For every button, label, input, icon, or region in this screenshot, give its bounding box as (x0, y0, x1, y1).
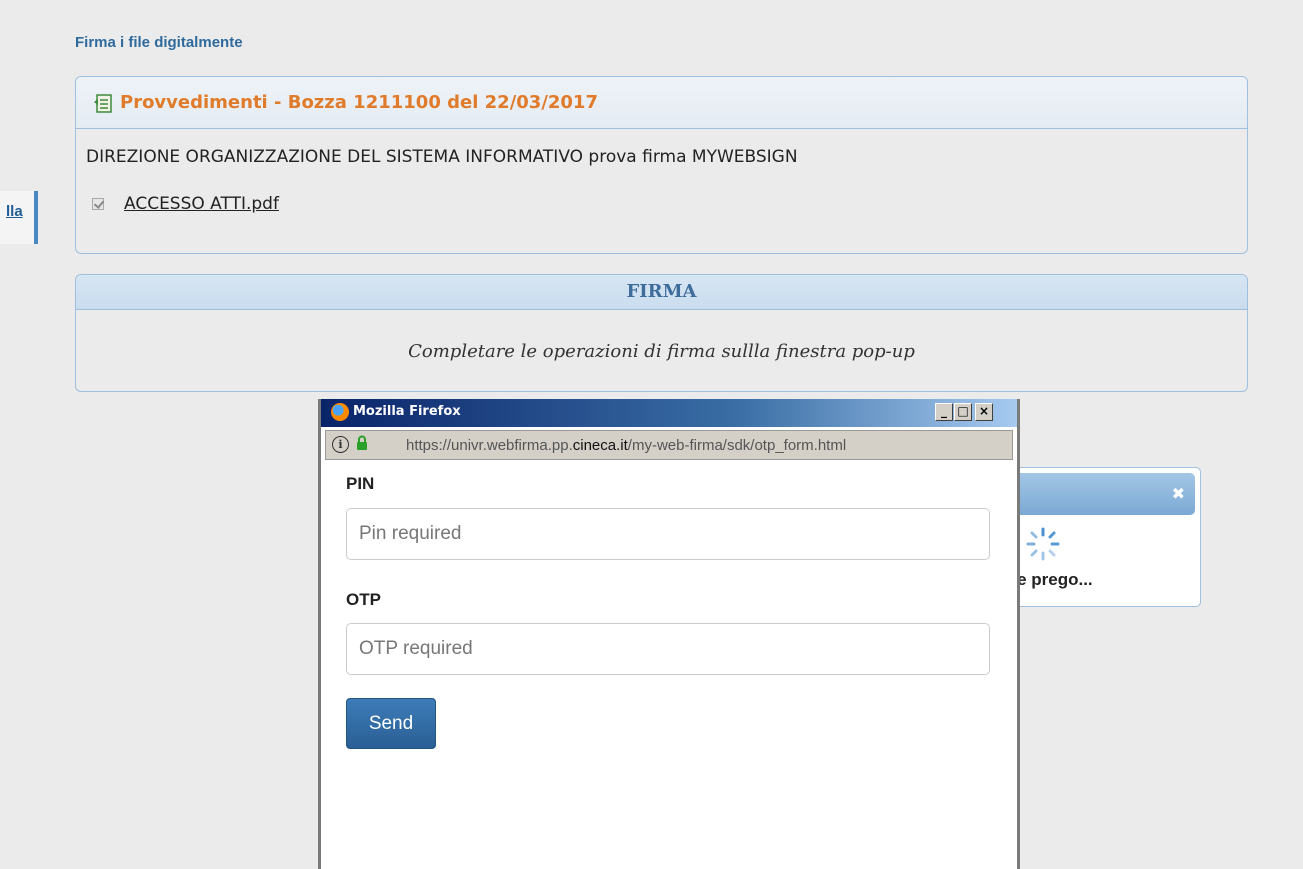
file-checkbox[interactable] (92, 198, 104, 210)
side-tab-button[interactable]: lla (0, 191, 38, 244)
loading-spinner-icon (1026, 527, 1060, 561)
sign-panel-title: FIRMA (76, 275, 1247, 310)
lock-icon[interactable] (356, 435, 368, 451)
pin-input[interactable] (346, 508, 990, 560)
url-suffix: /my-web-firma/sdk/otp_form.html (627, 437, 847, 454)
document-panel-header: Provvedimenti - Bozza 1211100 del 22/03/… (76, 77, 1247, 129)
info-icon[interactable]: i (332, 436, 349, 453)
sign-panel-message: Completare le operazioni di firma sullla… (408, 341, 915, 362)
otp-input[interactable] (346, 623, 990, 675)
document-title: Provvedimenti - Bozza 1211100 del 22/03/… (120, 92, 598, 113)
sign-panel: FIRMA Completare le operazioni di firma … (75, 274, 1248, 392)
otp-label: OTP (346, 590, 381, 609)
document-description: DIREZIONE ORGANIZZAZIONE DEL SISTEMA INF… (86, 147, 798, 167)
wait-dialog: ✖ ere prego... (1000, 467, 1201, 607)
close-window-button[interactable]: × (975, 403, 993, 421)
file-row: ACCESSO ATTI.pdf (92, 194, 279, 214)
address-bar[interactable]: i https://univr.webfirma.pp.cineca.it/my… (325, 430, 1013, 460)
window-title: Mozilla Firefox (353, 404, 461, 419)
url-text[interactable]: https://univr.webfirma.pp.cineca.it/my-w… (406, 437, 846, 454)
document-icon (94, 93, 112, 113)
file-link[interactable]: ACCESSO ATTI.pdf (124, 194, 279, 214)
pin-label: PIN (346, 474, 375, 493)
maximize-button[interactable]: □ (954, 403, 972, 421)
firefox-icon (331, 403, 349, 421)
wait-dialog-header: ✖ (1006, 473, 1195, 515)
page-title: Firma i file digitalmente (75, 34, 243, 51)
window-titlebar[interactable]: Mozilla Firefox _ □ × (321, 399, 1017, 427)
url-prefix: https://univr.webfirma.pp. (406, 437, 573, 454)
side-tab-label[interactable]: lla (6, 203, 23, 220)
document-panel: Provvedimenti - Bozza 1211100 del 22/03/… (75, 76, 1248, 254)
minimize-button[interactable]: _ (935, 403, 953, 421)
send-button[interactable]: Send (346, 698, 436, 749)
close-icon[interactable]: ✖ (1172, 484, 1185, 503)
url-domain: cineca.it (572, 437, 628, 454)
